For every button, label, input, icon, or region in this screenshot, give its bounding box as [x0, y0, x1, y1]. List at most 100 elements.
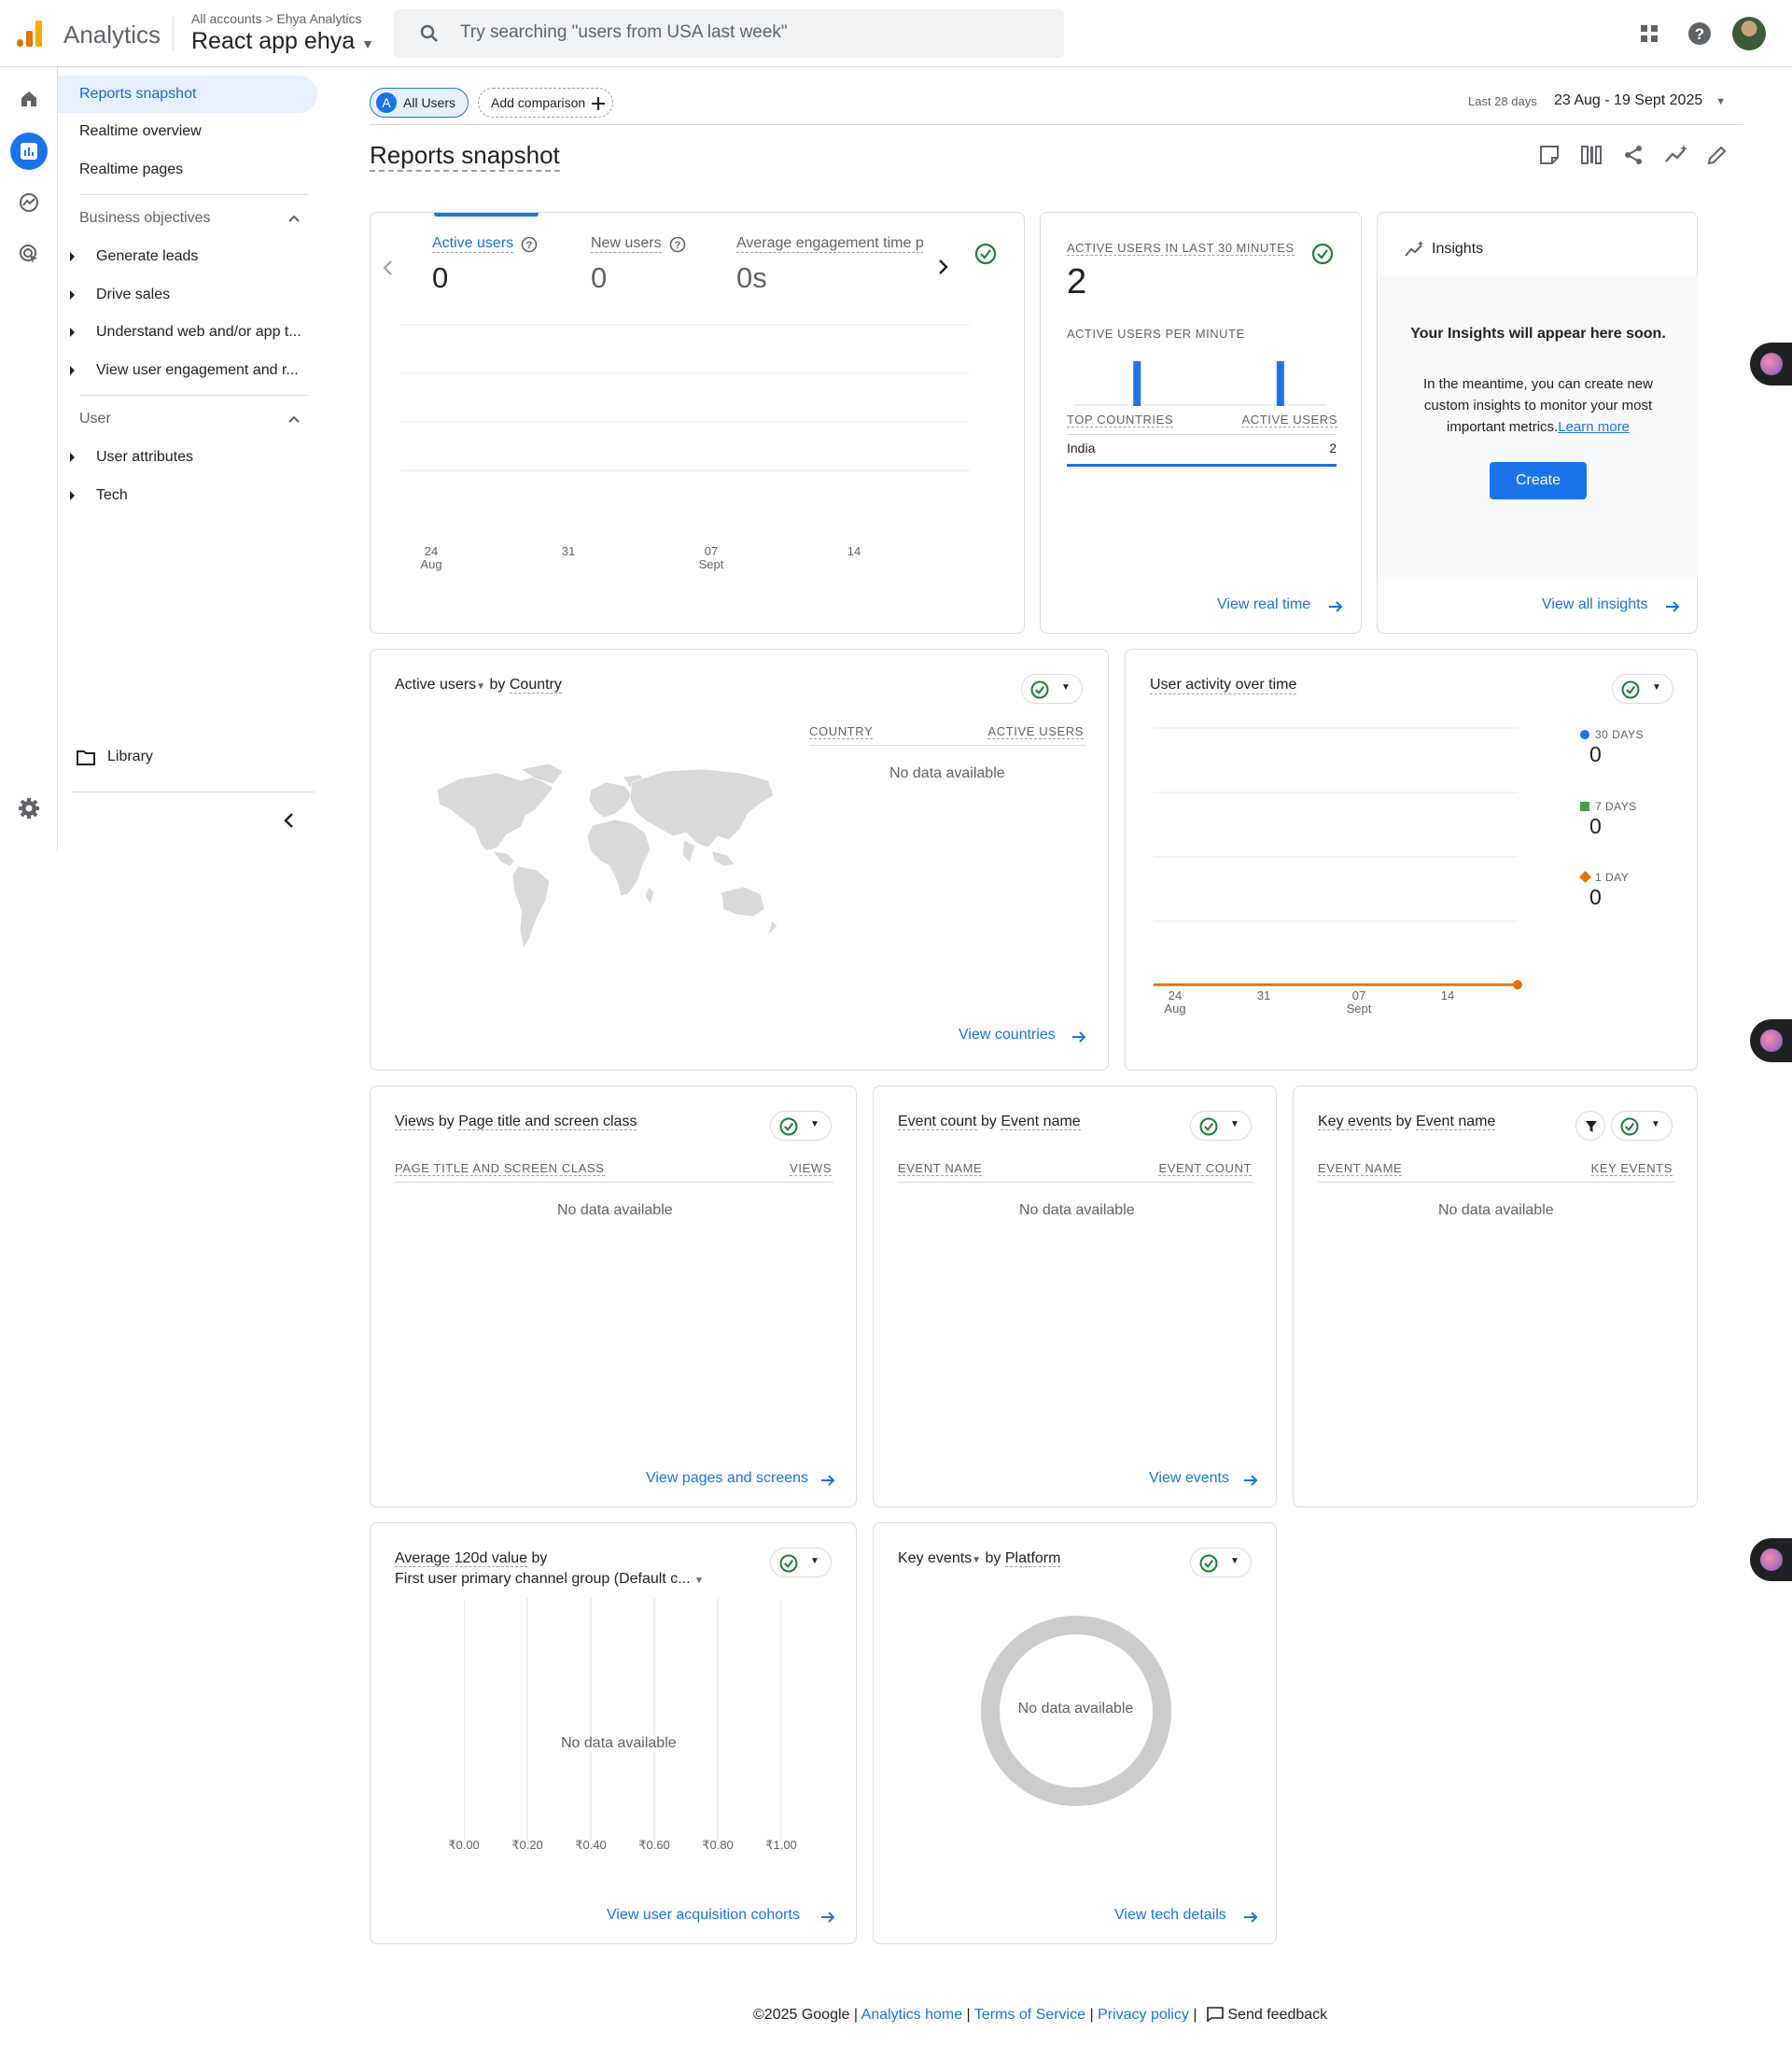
chevron-left-icon[interactable] [382, 259, 395, 277]
check-circle-icon [1199, 1554, 1218, 1573]
status-dropdown[interactable]: ▼ [1190, 1548, 1252, 1577]
account-avatar[interactable] [1732, 17, 1766, 50]
analytics-logo[interactable] [15, 19, 45, 49]
section-business-objectives[interactable]: Business objectives [79, 210, 211, 227]
search-bar[interactable]: Try searching "users from USA last week" [394, 9, 1064, 58]
arrow-right-icon [821, 1912, 835, 1923]
chevron-up-icon[interactable] [287, 412, 301, 427]
col-key-events[interactable]: KEY EVENTS [1590, 1161, 1673, 1176]
settings-gear-icon[interactable] [14, 793, 44, 823]
property-selector[interactable]: React app ehya ▼ [191, 28, 374, 55]
dimension-selector[interactable]: Event name [1415, 1114, 1496, 1130]
metric-selector[interactable]: Views [395, 1114, 435, 1130]
status-dropdown[interactable]: ▼ [1190, 1111, 1252, 1141]
all-users-chip[interactable]: A All Users [370, 88, 469, 118]
col-top-countries[interactable]: TOP COUNTRIES [1067, 413, 1174, 427]
status-dropdown[interactable]: ▼ [770, 1111, 832, 1141]
insights-icon[interactable] [1664, 144, 1688, 166]
advertising-icon[interactable] [14, 239, 44, 269]
col-country[interactable]: COUNTRY [809, 724, 874, 739]
caret-right-icon [70, 491, 75, 500]
status-dropdown[interactable]: ▼ [770, 1548, 832, 1577]
metric-selector[interactable]: Key events [898, 1550, 972, 1566]
date-range-selector[interactable]: 23 Aug - 19 Sept 2025 ▼ [1554, 92, 1726, 109]
learn-more-link[interactable]: Learn more [1558, 419, 1630, 435]
chevron-up-icon[interactable] [287, 211, 301, 226]
chevron-right-icon[interactable] [936, 257, 949, 277]
account-breadcrumb[interactable]: All accounts > Ehya Analytics [191, 11, 362, 26]
nav-tech[interactable]: Tech [58, 477, 317, 514]
collapse-chevron-left-icon[interactable] [282, 811, 297, 830]
col-event-count[interactable]: EVENT COUNT [1158, 1161, 1252, 1176]
per-minute-bar-chart [1074, 361, 1326, 406]
filter-button[interactable] [1575, 1111, 1605, 1141]
help-circle-icon[interactable]: ? [521, 236, 538, 253]
dimension-selector[interactable]: First user primary channel group (Defaul… [395, 1571, 704, 1588]
metric-selector[interactable]: Average 120d value [395, 1550, 528, 1567]
section-user[interactable]: User [79, 411, 111, 427]
nav-understand-traffic[interactable]: Understand web and/or app t... [58, 314, 317, 351]
avg-value-card: Average 120d value by First user primary… [370, 1522, 857, 1944]
apps-grid-icon[interactable] [1634, 19, 1664, 49]
status-dropdown[interactable]: ▼ [1021, 674, 1083, 704]
floating-assistant-button[interactable] [1750, 343, 1792, 385]
help-circle-icon[interactable]: ? [669, 236, 686, 253]
explore-icon[interactable] [14, 188, 44, 217]
col-active-users[interactable]: ACTIVE USERS [987, 724, 1084, 739]
analytics-home-link[interactable]: Analytics home [861, 2007, 963, 2023]
link-label: View all insights [1542, 596, 1648, 612]
col-event-name[interactable]: EVENT NAME [898, 1161, 983, 1176]
dimension-selector[interactable]: Page title and screen class [458, 1114, 637, 1130]
status-dropdown[interactable]: ▼ [1612, 674, 1673, 704]
status-dropdown[interactable]: ▼ [1611, 1111, 1673, 1141]
check-circle-icon[interactable] [973, 242, 998, 266]
nav-user-attributes[interactable]: User attributes [58, 439, 317, 476]
metric-tab-engagement-time[interactable]: Average engagement time p 0s [736, 235, 923, 301]
views-card-title: Views by Page title and screen class [395, 1114, 637, 1130]
col-page-title[interactable]: PAGE TITLE AND SCREEN CLASS [395, 1161, 605, 1176]
avg-value-card-title: Average 120d value by [395, 1550, 548, 1567]
nav-drive-sales[interactable]: Drive sales [58, 276, 317, 314]
privacy-link[interactable]: Privacy policy [1098, 2007, 1189, 2023]
reports-icon[interactable] [10, 133, 48, 170]
dimension-selector[interactable]: Platform [1004, 1550, 1061, 1567]
metric-selector[interactable]: Active users [395, 677, 476, 693]
svg-text:?: ? [1695, 25, 1704, 43]
caret-down-icon: ▼ [1651, 1119, 1660, 1129]
share-icon[interactable] [1622, 144, 1645, 166]
legend-value: 0 [1589, 742, 1602, 766]
users-cell: 2 [1329, 441, 1337, 455]
home-icon[interactable] [14, 84, 44, 114]
floating-assistant-button[interactable] [1750, 1019, 1792, 1062]
terms-link[interactable]: Terms of Service [974, 2007, 1085, 2023]
compare-icon[interactable] [1580, 144, 1603, 166]
activity-title: User activity over time [1150, 677, 1297, 694]
col-active-users[interactable]: ACTIVE USERS [1241, 413, 1337, 427]
floating-assistant-button[interactable] [1750, 1538, 1792, 1581]
check-circle-icon[interactable] [1310, 242, 1335, 266]
col-event-name[interactable]: EVENT NAME [1318, 1161, 1403, 1176]
help-icon[interactable]: ? [1685, 19, 1715, 49]
metric-selector[interactable]: Event count [898, 1114, 977, 1130]
nav-reports-snapshot[interactable]: Reports snapshot [58, 76, 317, 113]
nav-realtime-pages[interactable]: Realtime pages [58, 151, 317, 189]
check-circle-icon [1030, 680, 1049, 699]
send-feedback-button[interactable]: Send feedback [1207, 2007, 1327, 2023]
nav-user-engagement[interactable]: View user engagement and r... [58, 352, 317, 389]
add-comparison-chip[interactable]: Add comparison [478, 88, 613, 118]
customize-report-icon[interactable] [1538, 144, 1561, 166]
metric-tab-new-users[interactable]: New users ? 0 [591, 235, 721, 301]
dimension-selector[interactable]: Country [509, 677, 562, 694]
bar [1276, 361, 1284, 406]
legend-square-icon [1580, 802, 1589, 811]
metric-selector[interactable]: Key events [1318, 1114, 1393, 1130]
metric-tab-active-users[interactable]: Active users ? 0 [432, 235, 572, 301]
col-views[interactable]: VIEWS [790, 1161, 832, 1176]
table-divider [1318, 1182, 1674, 1183]
create-insight-button[interactable]: Create [1490, 462, 1587, 499]
dimension-selector[interactable]: Event name [1001, 1114, 1081, 1130]
edit-pencil-icon[interactable] [1706, 144, 1729, 166]
nav-library[interactable]: Library [77, 748, 291, 770]
nav-generate-leads[interactable]: Generate leads [58, 238, 317, 275]
nav-realtime-overview[interactable]: Realtime overview [58, 113, 317, 150]
